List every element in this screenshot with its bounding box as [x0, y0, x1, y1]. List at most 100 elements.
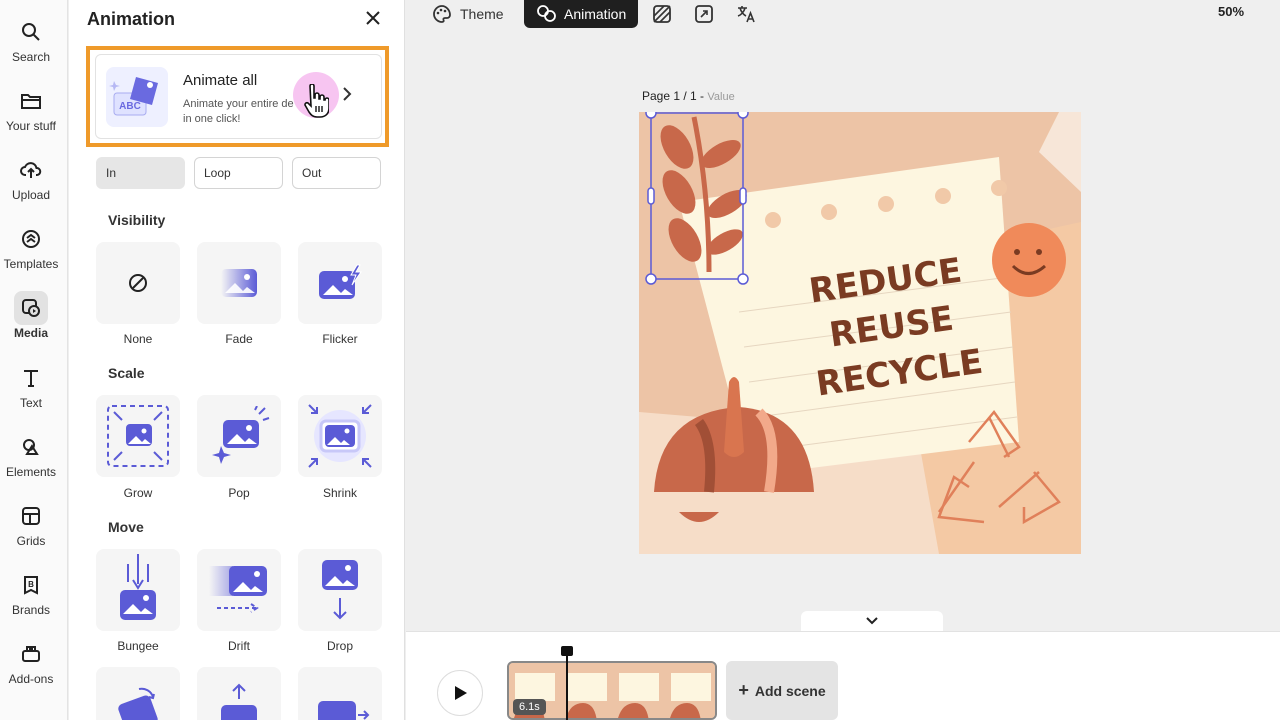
design-artboard[interactable]: REDUCE REUSE RECYCLE [639, 112, 1081, 554]
close-icon[interactable] [363, 9, 383, 29]
animation-flicker[interactable] [298, 242, 382, 324]
rail-label-upload: Upload [11, 188, 51, 202]
translate-button[interactable] [736, 0, 756, 28]
animation-shrink[interactable] [298, 395, 382, 477]
tab-loop[interactable]: Loop [194, 157, 283, 189]
page-value[interactable]: Value [707, 91, 734, 103]
animation-pop-label: Pop [228, 486, 250, 500]
animation-drop-label: Drop [326, 639, 353, 653]
flicker-icon [319, 264, 362, 299]
rail-item-upload[interactable]: Upload [0, 158, 62, 202]
animation-flicker-label: Flicker [322, 332, 358, 346]
rail-label-addons: Add-ons [8, 672, 54, 686]
shrink-icon [308, 404, 372, 468]
animation-drop[interactable] [298, 549, 382, 631]
animation-none-label: None [123, 332, 153, 346]
theme-label: Theme [460, 6, 504, 22]
rail-label-search: Search [11, 50, 51, 64]
drift-icon [209, 566, 267, 613]
animation-drift[interactable] [197, 549, 281, 631]
add-scene-label: Add scene [754, 682, 826, 699]
drop-icon [322, 560, 358, 620]
background-pattern-button[interactable] [652, 0, 672, 28]
rotate-animation-icon [118, 687, 158, 720]
animation-grow[interactable] [96, 395, 180, 477]
animation-bungee-label: Bungee [117, 639, 159, 653]
animation-tile-partial-2[interactable] [197, 667, 281, 720]
rail-label-media: Media [13, 326, 48, 340]
rail-label-your-stuff: Your stuff [5, 119, 57, 133]
bungee-icon [120, 554, 156, 620]
rail-label-templates: Templates [3, 257, 59, 271]
pop-icon [212, 406, 270, 464]
scene-duration: 6.1s [513, 699, 546, 715]
rail-label-elements: Elements [5, 465, 57, 479]
playhead-handle[interactable] [561, 646, 573, 656]
folder-icon [19, 89, 43, 113]
chevron-right-icon [342, 85, 352, 106]
animation-none[interactable] [96, 242, 180, 324]
section-scale: Scale [108, 365, 145, 381]
elements-icon [19, 435, 43, 459]
text-icon [19, 366, 43, 390]
rail-item-media[interactable]: Media [0, 291, 62, 340]
rail-item-search[interactable]: Search [0, 20, 62, 64]
theme-button[interactable]: Theme [432, 0, 504, 28]
animation-label: Animation [564, 6, 627, 22]
slide-animation-icon [318, 701, 370, 720]
resize-icon [695, 5, 713, 23]
top-toolbar: Theme Animation 50% [406, 0, 1280, 32]
rail-item-brands[interactable]: B Brands [0, 573, 62, 617]
animation-tile-partial-1[interactable] [96, 667, 180, 720]
plus-icon: + [738, 680, 749, 700]
playhead[interactable] [566, 646, 568, 720]
templates-icon [19, 227, 43, 251]
smiley-icon [992, 223, 1066, 297]
rail-item-templates[interactable]: Templates [0, 227, 62, 271]
rail-item-elements[interactable]: Elements [0, 435, 62, 479]
zoom-level[interactable]: 50% [1218, 4, 1244, 19]
fade-icon [221, 269, 257, 297]
rail-label-brands: Brands [11, 603, 51, 617]
animate-all-title: Animate all [183, 72, 258, 89]
chevron-down-icon [866, 617, 878, 625]
animate-all-desc-line2: in one click! [183, 113, 241, 125]
animation-tile-partial-3[interactable] [298, 667, 382, 720]
add-scene-button[interactable]: + Add scene [726, 661, 838, 720]
collapse-timeline-button[interactable] [801, 611, 943, 631]
rise-animation-icon [221, 683, 257, 720]
rail-item-your-stuff[interactable]: Your stuff [0, 89, 62, 133]
pattern-icon [653, 5, 671, 23]
animation-fade[interactable] [197, 242, 281, 324]
animation-fade-label: Fade [225, 332, 253, 346]
resize-button[interactable] [694, 0, 714, 28]
rail-item-addons[interactable]: Add-ons [0, 642, 62, 686]
translate-icon [737, 6, 755, 23]
svg-text:ABC: ABC [119, 101, 141, 112]
tab-out[interactable]: Out [292, 157, 381, 189]
animation-drift-label: Drift [228, 639, 250, 653]
search-icon [19, 20, 43, 44]
animation-bungee[interactable] [96, 549, 180, 631]
palette-icon [433, 5, 451, 23]
section-move: Move [108, 519, 144, 535]
svg-text:B: B [28, 580, 34, 589]
grids-icon [19, 504, 43, 528]
page-number: Page 1 / 1 - [642, 89, 708, 103]
animation-icon [537, 5, 556, 22]
animate-all-desc-line1: Animate your entire de [183, 98, 294, 110]
animation-panel: Animation ABC Animate all Animate your e… [69, 0, 405, 720]
tab-in[interactable]: In [96, 157, 185, 189]
rail-item-grids[interactable]: Grids [0, 504, 62, 548]
rail-label-text: Text [19, 396, 42, 410]
animation-button[interactable]: Animation [524, 0, 639, 28]
play-button[interactable] [437, 670, 483, 716]
media-icon [14, 291, 48, 325]
play-icon [455, 686, 467, 700]
animation-shrink-label: Shrink [322, 486, 357, 500]
grow-icon [107, 405, 169, 467]
page-label: Page 1 / 1 - Value [642, 89, 735, 103]
hand-cursor-icon [303, 83, 330, 123]
rail-item-text[interactable]: Text [0, 366, 62, 410]
animation-pop[interactable] [197, 395, 281, 477]
